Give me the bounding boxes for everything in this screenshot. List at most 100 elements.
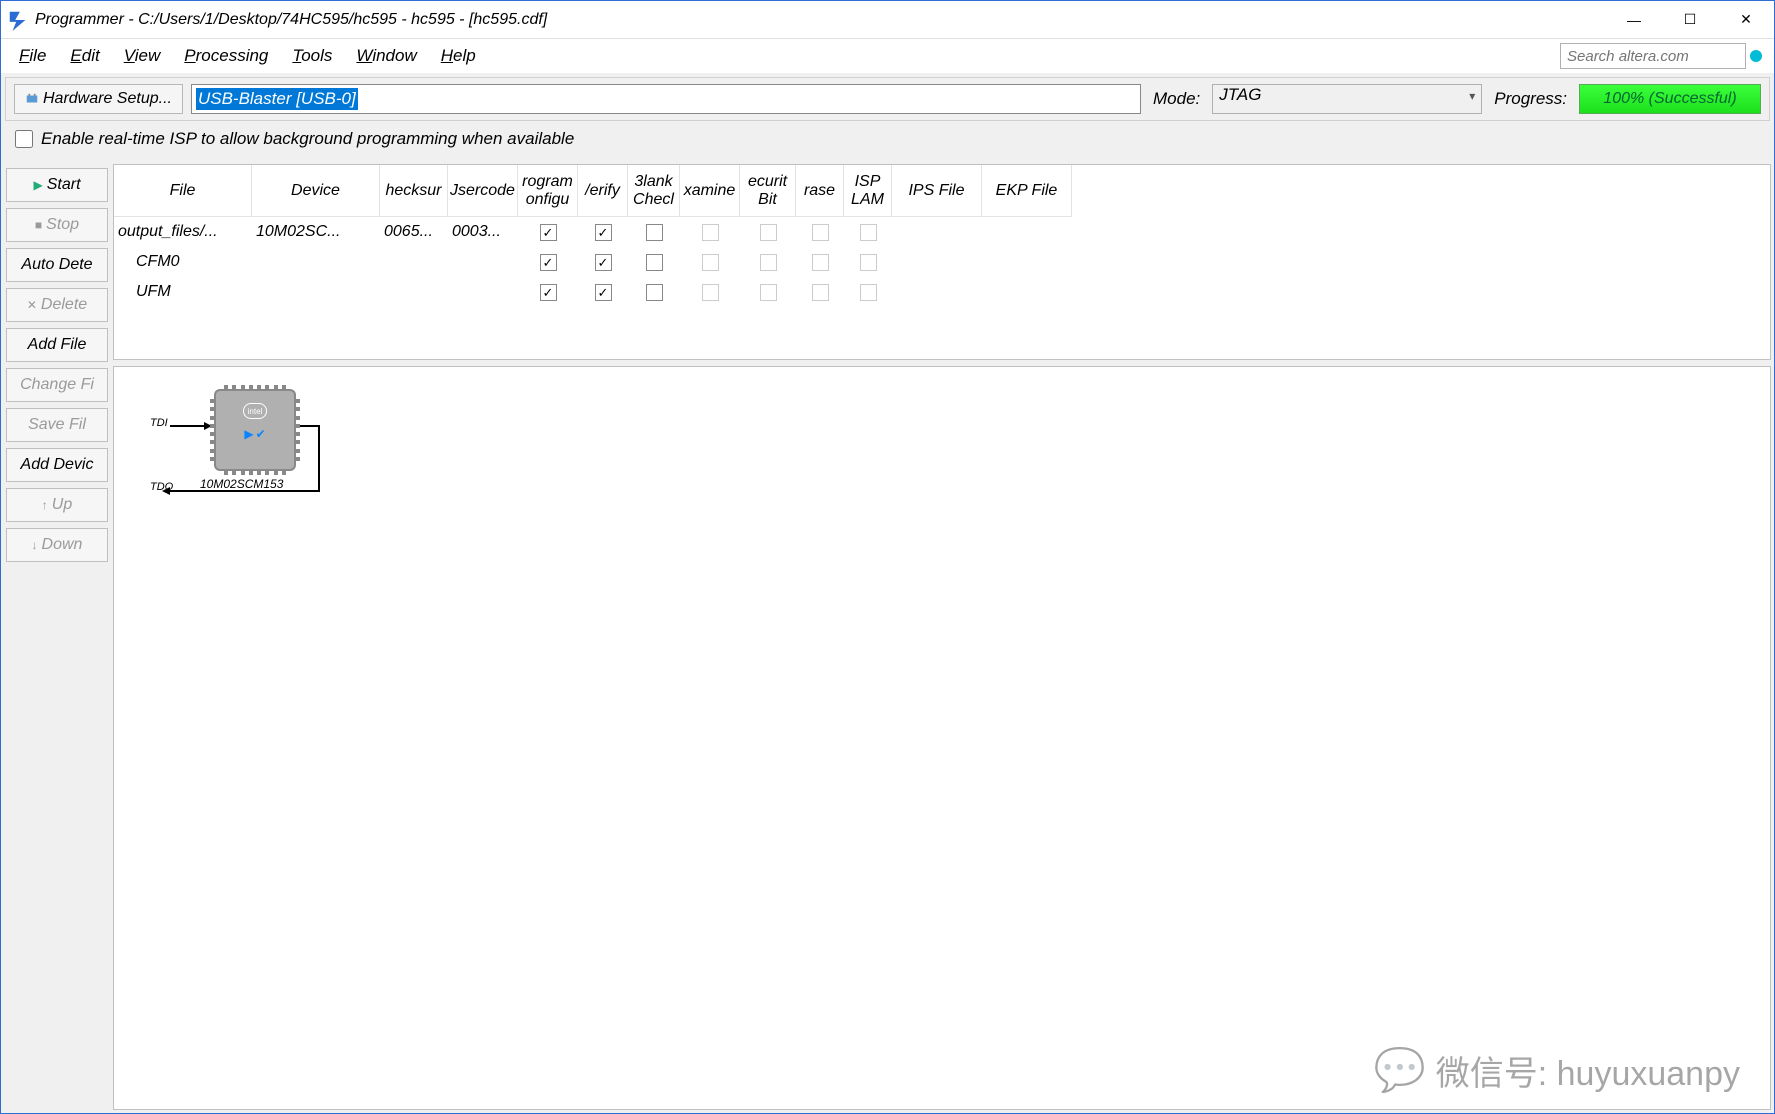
column-header[interactable]: 3lank Checl	[628, 165, 680, 217]
table-cell[interactable]	[982, 217, 1072, 247]
table-cell[interactable]: output_files/...	[114, 217, 252, 247]
menu-view[interactable]: View	[112, 42, 173, 70]
checkbox	[702, 284, 719, 301]
column-header[interactable]: rase	[796, 165, 844, 217]
delete-icon: ✕	[27, 298, 37, 312]
checkbox[interactable]	[540, 284, 557, 301]
table-cell[interactable]	[628, 277, 680, 307]
table-cell[interactable]	[518, 247, 578, 277]
checkbox[interactable]	[646, 284, 663, 301]
menu-tools[interactable]: Tools	[280, 42, 344, 70]
start-button[interactable]: ▶Start	[6, 168, 108, 202]
table-cell[interactable]	[844, 277, 892, 307]
checkbox[interactable]	[540, 254, 557, 271]
column-header[interactable]: Device	[252, 165, 380, 217]
checkbox[interactable]	[595, 254, 612, 271]
table-cell[interactable]	[740, 217, 796, 247]
table-cell[interactable]	[680, 247, 740, 277]
column-header[interactable]: rogram onfigu	[518, 165, 578, 217]
checkbox[interactable]	[540, 224, 557, 241]
table-cell[interactable]	[796, 217, 844, 247]
table-cell[interactable]: 0003...	[448, 217, 518, 247]
menu-help[interactable]: Help	[429, 42, 488, 70]
checkbox	[760, 254, 777, 271]
check-icon: ✔	[256, 427, 266, 441]
table-cell[interactable]	[680, 217, 740, 247]
checkbox	[860, 284, 877, 301]
table-cell[interactable]	[628, 247, 680, 277]
table-cell[interactable]	[844, 247, 892, 277]
table-cell[interactable]	[892, 217, 982, 247]
checkbox[interactable]	[646, 254, 663, 271]
checkbox[interactable]	[595, 284, 612, 301]
column-header[interactable]: File	[114, 165, 252, 217]
table-cell[interactable]: UFM	[114, 277, 252, 307]
table-cell[interactable]	[518, 217, 578, 247]
table-cell[interactable]	[982, 247, 1072, 277]
column-header[interactable]: ISP LAM	[844, 165, 892, 217]
column-header[interactable]: hecksur	[380, 165, 448, 217]
checkbox[interactable]	[595, 224, 612, 241]
table-cell[interactable]	[518, 277, 578, 307]
right-panels: FileDevicehecksurJsercoderogram onfigu/e…	[113, 164, 1771, 1110]
table-cell[interactable]	[448, 247, 518, 277]
maximize-button[interactable]: ☐	[1662, 1, 1718, 39]
checkbox	[812, 254, 829, 271]
search-indicator-icon	[1750, 50, 1762, 62]
column-header[interactable]: IPS File	[892, 165, 982, 217]
menu-processing[interactable]: Processing	[172, 42, 280, 70]
checkbox	[760, 284, 777, 301]
table-cell[interactable]	[740, 247, 796, 277]
table-cell[interactable]	[448, 277, 518, 307]
file-table-panel: FileDevicehecksurJsercoderogram onfigu/e…	[113, 164, 1771, 360]
mode-select[interactable]: JTAG	[1212, 84, 1482, 114]
table-cell[interactable]	[578, 247, 628, 277]
wechat-icon: 💬	[1373, 1046, 1425, 1095]
hardware-display[interactable]: USB-Blaster [USB-0]	[191, 84, 1141, 114]
menu-window[interactable]: Window	[344, 42, 428, 70]
table-cell[interactable]: 10M02SC...	[252, 217, 380, 247]
side-buttons: ▶Start■StopAuto Dete✕DeleteAdd FileChang…	[4, 164, 110, 1110]
table-cell[interactable]	[796, 247, 844, 277]
table-cell[interactable]	[844, 217, 892, 247]
table-cell[interactable]: 0065...	[380, 217, 448, 247]
table-cell[interactable]	[892, 247, 982, 277]
table-cell[interactable]	[796, 277, 844, 307]
minimize-button[interactable]: —	[1606, 1, 1662, 39]
column-header[interactable]: ecurit Bit	[740, 165, 796, 217]
table-cell[interactable]	[380, 277, 448, 307]
column-header[interactable]: Jsercode	[448, 165, 518, 217]
column-header[interactable]: xamine	[680, 165, 740, 217]
start-icon: ▶	[33, 178, 42, 192]
table-cell[interactable]	[628, 217, 680, 247]
column-header[interactable]: /erify	[578, 165, 628, 217]
checkbox	[860, 254, 877, 271]
up-icon: ↑	[42, 498, 48, 512]
table-cell[interactable]	[252, 277, 380, 307]
file-table[interactable]: FileDevicehecksurJsercoderogram onfigu/e…	[114, 165, 1770, 307]
table-cell[interactable]	[252, 247, 380, 277]
checkbox	[702, 254, 719, 271]
table-cell[interactable]	[680, 277, 740, 307]
table-cell[interactable]	[380, 247, 448, 277]
enable-isp-checkbox[interactable]	[15, 130, 33, 148]
checkbox	[760, 224, 777, 241]
table-cell[interactable]	[740, 277, 796, 307]
table-cell[interactable]: CFM0	[114, 247, 252, 277]
add-devic-button[interactable]: Add Devic	[6, 448, 108, 482]
table-cell[interactable]	[982, 277, 1072, 307]
menu-file[interactable]: File	[7, 42, 58, 70]
table-cell[interactable]	[578, 277, 628, 307]
close-button[interactable]: ✕	[1718, 1, 1774, 39]
auto-dete-button[interactable]: Auto Dete	[6, 248, 108, 282]
chip-icon[interactable]: intel ▶ ✔	[214, 389, 296, 471]
column-header[interactable]: EKP File	[982, 165, 1072, 217]
menu-edit[interactable]: Edit	[58, 42, 111, 70]
search-input[interactable]	[1560, 43, 1746, 69]
add-file-button[interactable]: Add File	[6, 328, 108, 362]
table-cell[interactable]	[892, 277, 982, 307]
chain-diagram-panel[interactable]: TDI TDO 10M02SCM153 intel	[113, 366, 1771, 1110]
hardware-setup-button[interactable]: Hardware Setup...	[14, 84, 183, 114]
checkbox[interactable]	[646, 224, 663, 241]
table-cell[interactable]	[578, 217, 628, 247]
